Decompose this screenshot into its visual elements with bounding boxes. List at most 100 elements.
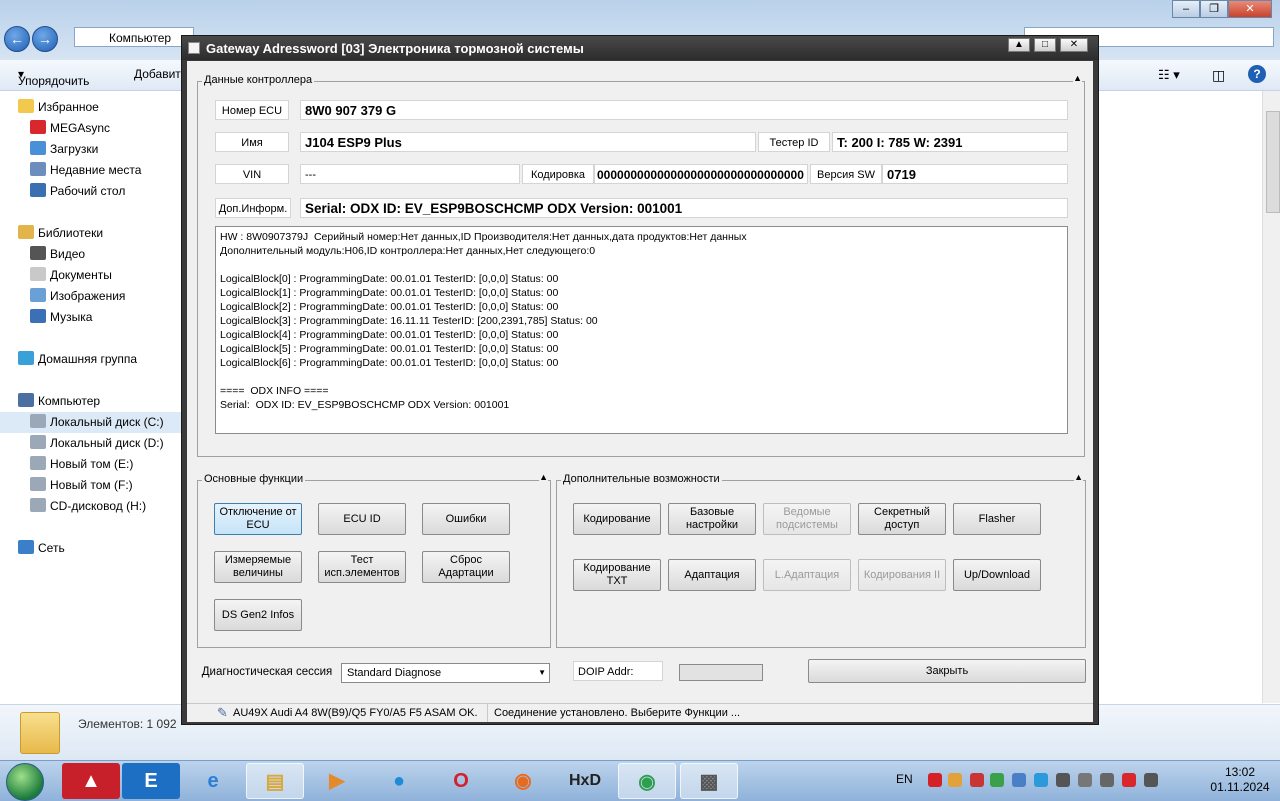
back-button[interactable]: ←: [4, 26, 30, 52]
clock[interactable]: 13:02 01.11.2024: [1210, 765, 1270, 795]
chrome-icon[interactable]: ◉: [618, 763, 676, 799]
dialog-minimize-icon[interactable]: ▲: [1008, 38, 1030, 52]
sidebar-item-icon: [30, 309, 46, 323]
maximize-icon[interactable]: ❐: [1200, 0, 1228, 18]
organize-menu[interactable]: Упорядочить ▾: [18, 67, 89, 88]
media-player-icon[interactable]: ▶: [308, 763, 366, 799]
coding-txt-button[interactable]: Кодирование TXT: [573, 559, 661, 591]
sidebar-item[interactable]: Сеть: [0, 538, 65, 559]
sidebar-item[interactable]: Домашняя группа: [0, 349, 137, 370]
chrome-tray-icon[interactable]: [990, 773, 1004, 787]
sw-version-value: 0719: [882, 164, 1068, 184]
tray-app-icon[interactable]: [948, 773, 962, 787]
collapse-icon[interactable]: ▲: [539, 472, 548, 482]
sidebar-item[interactable]: Видео: [0, 244, 85, 265]
sidebar-item[interactable]: Документы: [0, 265, 112, 286]
sidebar-item[interactable]: Новый том (F:): [0, 475, 133, 496]
sidebar-item[interactable]: Изображения: [0, 286, 125, 307]
megasync-tray-icon[interactable]: [1122, 773, 1136, 787]
disconnect-ecu-button[interactable]: Отключение от ECU: [214, 503, 302, 535]
sidebar-item-icon: [18, 393, 34, 407]
sidebar-item[interactable]: Библиотеки: [0, 223, 103, 244]
adaptation-button[interactable]: Адаптация: [668, 559, 756, 591]
flasher-button[interactable]: Flasher: [953, 503, 1041, 535]
connection-plug-icon: ✎: [217, 705, 228, 720]
info-line: Дополнительный модуль:H06,ID контроллера…: [220, 245, 596, 257]
sidebar-item[interactable]: Локальный диск (D:): [0, 433, 164, 454]
dialog-titlebar[interactable]: Gateway Adressword [03] Электроника торм…: [182, 36, 1098, 60]
dialog-maximize-icon[interactable]: □: [1034, 38, 1056, 52]
internet-explorer-icon[interactable]: e: [184, 763, 242, 799]
measured-values-button[interactable]: Измеряемые величины: [214, 551, 302, 583]
explorer-scrollbar[interactable]: [1262, 91, 1280, 703]
tray-app-icon[interactable]: [970, 773, 984, 787]
secret-access-button[interactable]: Секретный доступ: [858, 503, 946, 535]
basic-settings-button[interactable]: Базовые настройки: [668, 503, 756, 535]
coding-button[interactable]: Кодирование: [573, 503, 661, 535]
doip-addr-label: DOIP Addr:: [573, 661, 663, 681]
slave-systems-button[interactable]: Ведомые подсистемы: [763, 503, 851, 535]
ecu-number-label: Номер ECU: [215, 100, 289, 120]
basic-functions-group: Основные функции ▲ Отключение от ECU ECU…: [197, 472, 551, 648]
sw-version-label: Версия SW: [810, 164, 882, 184]
pdf-reader-icon[interactable]: ▲: [62, 763, 120, 799]
firefox-icon[interactable]: ◉: [494, 763, 552, 799]
close-icon[interactable]: ✕: [1228, 0, 1272, 18]
view-icon[interactable]: ☷ ▾: [1158, 67, 1180, 83]
app-e-icon[interactable]: E: [122, 763, 180, 799]
scroll-thumb[interactable]: [1266, 111, 1280, 213]
hxd-icon[interactable]: HxD: [556, 763, 614, 799]
sidebar-item[interactable]: Компьютер: [0, 391, 100, 412]
help-icon[interactable]: ?: [1248, 65, 1266, 83]
sidebar-item[interactable]: Музыка: [0, 307, 92, 328]
sidebar-item-icon: [30, 267, 46, 281]
diagnostic-app-icon[interactable]: ▩: [680, 763, 738, 799]
info-text-area[interactable]: HW : 8W0907379J Серийный номер:Нет данны…: [215, 226, 1068, 434]
tray-app-icon[interactable]: [1056, 773, 1070, 787]
dialog-close-icon[interactable]: ✕: [1060, 38, 1088, 52]
explorer-taskbar-icon[interactable]: ▤: [246, 763, 304, 799]
up-download-button[interactable]: Up/Download: [953, 559, 1041, 591]
vehicle-status: AU49X Audi A4 8W(B9)/Q5 FY0/A5 F5 ASAM O…: [233, 707, 478, 719]
preview-pane-icon[interactable]: ◫: [1212, 67, 1225, 84]
sidebar-item-label: Локальный диск (D:): [50, 436, 164, 450]
info-line: LogicalBlock[1] : ProgrammingDate: 00.01…: [220, 287, 559, 299]
l-adaptation-button[interactable]: L.Адаптация: [763, 559, 851, 591]
doip-addr-field[interactable]: [679, 664, 763, 681]
tray-app-icon[interactable]: [1012, 773, 1026, 787]
sidebar-item[interactable]: Загрузки: [0, 139, 98, 160]
actuator-test-button[interactable]: Тест исп.элементов: [318, 551, 406, 583]
opera-tray-icon[interactable]: [928, 773, 942, 787]
minimize-icon[interactable]: –: [1172, 0, 1200, 18]
sidebar-item-label: Изображения: [50, 289, 126, 303]
sidebar-item[interactable]: MEGAsync: [0, 118, 110, 139]
ds-gen2-infos-button[interactable]: DS Gen2 Infos: [214, 599, 302, 631]
info-line: HW : 8W0907379J Серийный номер:Нет данны…: [220, 231, 747, 243]
sidebar-item[interactable]: Избранное: [0, 97, 99, 118]
sidebar-item[interactable]: Рабочий стол: [0, 181, 125, 202]
opera-icon[interactable]: O: [432, 763, 490, 799]
coding-ii-button[interactable]: Кодирования II: [858, 559, 946, 591]
address-bar[interactable]: Компьютер: [74, 27, 194, 47]
volume-icon[interactable]: [1100, 773, 1114, 787]
close-button[interactable]: Закрыть: [808, 659, 1086, 683]
edge-icon[interactable]: ●: [370, 763, 428, 799]
errors-button[interactable]: Ошибки: [422, 503, 510, 535]
network-icon[interactable]: [1144, 773, 1158, 787]
sidebar-item[interactable]: Новый том (E:): [0, 454, 133, 475]
sidebar-item[interactable]: CD-дисковод (H:): [0, 496, 146, 517]
language-indicator[interactable]: EN: [896, 772, 913, 786]
tray-app-icon[interactable]: [1034, 773, 1048, 787]
add-menu[interactable]: Добавит: [134, 67, 181, 81]
sidebar-item-icon: [30, 246, 46, 260]
ecu-id-button[interactable]: ECU ID: [318, 503, 406, 535]
battery-icon[interactable]: [1078, 773, 1092, 787]
collapse-icon[interactable]: ▲: [1073, 73, 1082, 83]
forward-button[interactable]: →: [32, 26, 58, 52]
reset-adaptation-button[interactable]: Сброс Адартации: [422, 551, 510, 583]
session-select[interactable]: Standard Diagnose ▼: [341, 663, 550, 683]
session-select-value: Standard Diagnose: [347, 667, 442, 679]
start-button[interactable]: [6, 763, 44, 801]
collapse-icon[interactable]: ▲: [1074, 472, 1083, 482]
sidebar-item[interactable]: Недавние места: [0, 160, 141, 181]
